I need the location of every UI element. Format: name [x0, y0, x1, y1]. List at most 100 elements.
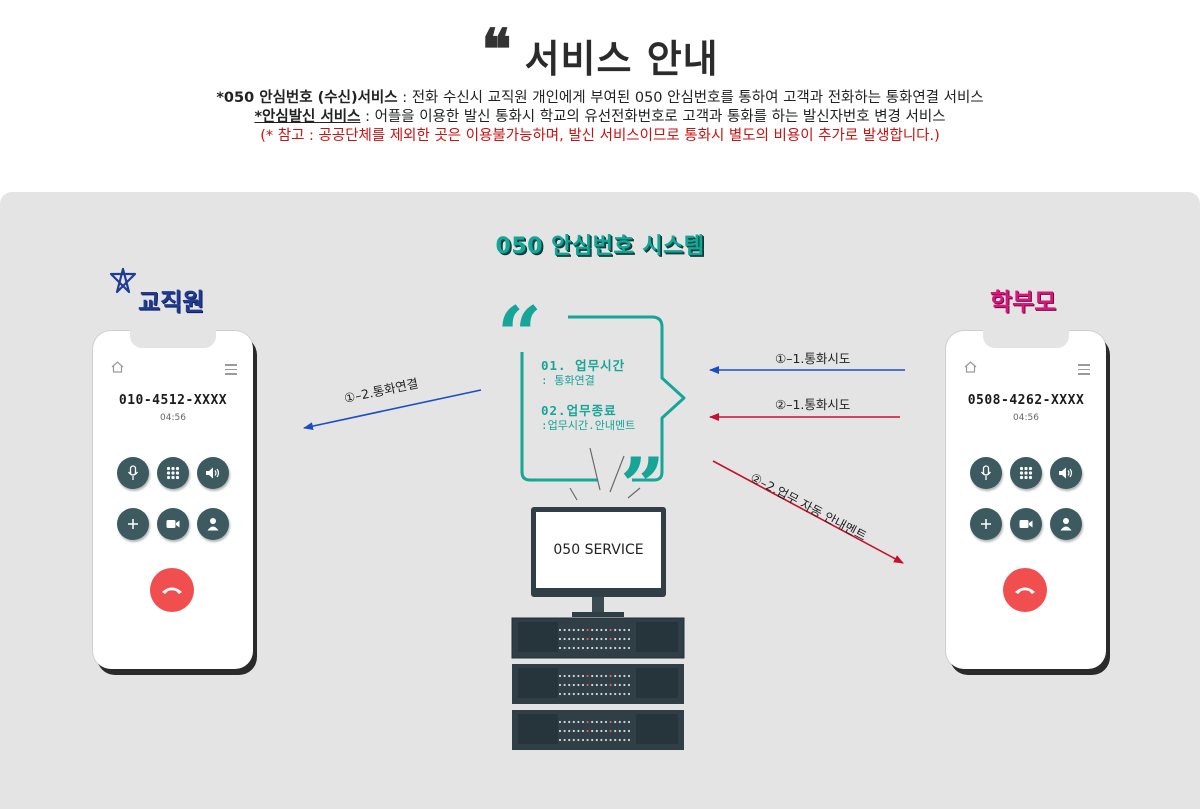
led-dot [618, 720, 621, 724]
led-dot [577, 729, 580, 733]
led-dot [609, 729, 612, 733]
led-dot [623, 683, 626, 687]
led-dot [623, 646, 626, 650]
led-dot [614, 628, 617, 632]
led-dot [604, 637, 608, 641]
led-dot [604, 738, 608, 742]
led-dot [618, 637, 621, 641]
led-dot [558, 637, 562, 641]
led-dot [627, 674, 631, 678]
led-dot [627, 738, 631, 742]
led-dot [558, 646, 562, 650]
led-dot [572, 674, 575, 678]
led-dot [595, 692, 598, 696]
led-dot [563, 738, 566, 742]
monitor-stand [592, 596, 604, 614]
led-dot [595, 720, 598, 724]
led-dot [595, 637, 598, 641]
open-quote-icon: “ [497, 290, 542, 381]
led-dot [609, 646, 612, 650]
led-dot [627, 720, 631, 724]
led-dot [600, 646, 603, 650]
led-dot [600, 637, 603, 641]
led-dot [627, 692, 631, 696]
led-dot [558, 738, 562, 742]
led-dot [609, 738, 612, 742]
led-dot [618, 729, 621, 733]
led-dot [609, 683, 612, 687]
led-dot [563, 637, 566, 641]
led-dot [595, 729, 598, 733]
led-dot [586, 683, 589, 687]
led-dot [614, 674, 617, 678]
led-dot [563, 692, 566, 696]
led-dot [558, 720, 562, 724]
led-dot [568, 637, 571, 641]
led-dot [568, 674, 571, 678]
led-dot [577, 628, 580, 632]
led-dot [618, 738, 621, 742]
led-dot [609, 720, 612, 724]
led-dot [581, 646, 585, 650]
led-dot [627, 683, 631, 687]
server-label: 050 SERVICE [553, 542, 644, 558]
label-call-attempt-2: ②–1.통화시도 [775, 397, 851, 412]
led-dot [604, 692, 608, 696]
menu-item-after-hours-desc: :업무시간.안내멘트 [541, 419, 636, 432]
led-dot [581, 628, 585, 632]
led-dot [614, 738, 617, 742]
led-dot [577, 692, 580, 696]
led-dot [577, 738, 580, 742]
server-rack [512, 664, 684, 704]
led-dot [609, 628, 612, 632]
led-dot [581, 683, 585, 687]
led-dot [600, 683, 603, 687]
led-dot [572, 738, 575, 742]
led-dot [577, 683, 580, 687]
led-dot [591, 720, 594, 724]
led-dot [563, 683, 566, 687]
led-dot [558, 729, 562, 733]
led-dot [581, 720, 585, 724]
led-dot [586, 637, 589, 641]
led-dot [600, 738, 603, 742]
led-dot [595, 738, 598, 742]
led-dot [572, 692, 575, 696]
led-dot [604, 720, 608, 724]
led-dot [614, 720, 617, 724]
led-dot [614, 637, 617, 641]
led-dot [563, 646, 566, 650]
led-dot [618, 692, 621, 696]
led-dot [627, 646, 631, 650]
led-dot [581, 674, 585, 678]
led-dot [581, 692, 585, 696]
led-dot [600, 628, 603, 632]
led-dot [572, 729, 575, 733]
led-dot [591, 628, 594, 632]
led-dot [618, 628, 621, 632]
led-dot [614, 729, 617, 733]
led-dot [614, 646, 617, 650]
led-dot [591, 692, 594, 696]
led-dot [623, 738, 626, 742]
led-dot [609, 692, 612, 696]
led-dot [591, 646, 594, 650]
led-dot [558, 683, 562, 687]
led-dot [558, 692, 562, 696]
led-dot [577, 674, 580, 678]
led-dot [572, 683, 575, 687]
led-dot [595, 646, 598, 650]
led-dot [568, 628, 571, 632]
led-dot [581, 637, 585, 641]
led-dot [600, 720, 603, 724]
led-dot [604, 646, 608, 650]
led-dot [609, 637, 612, 641]
led-dot [586, 729, 589, 733]
monitor-screen: 050 SERVICE [536, 512, 661, 588]
led-dot [623, 637, 626, 641]
led-dot [618, 674, 621, 678]
led-dot [595, 674, 598, 678]
led-dot [586, 646, 589, 650]
led-dot [595, 683, 598, 687]
led-dot [623, 674, 626, 678]
